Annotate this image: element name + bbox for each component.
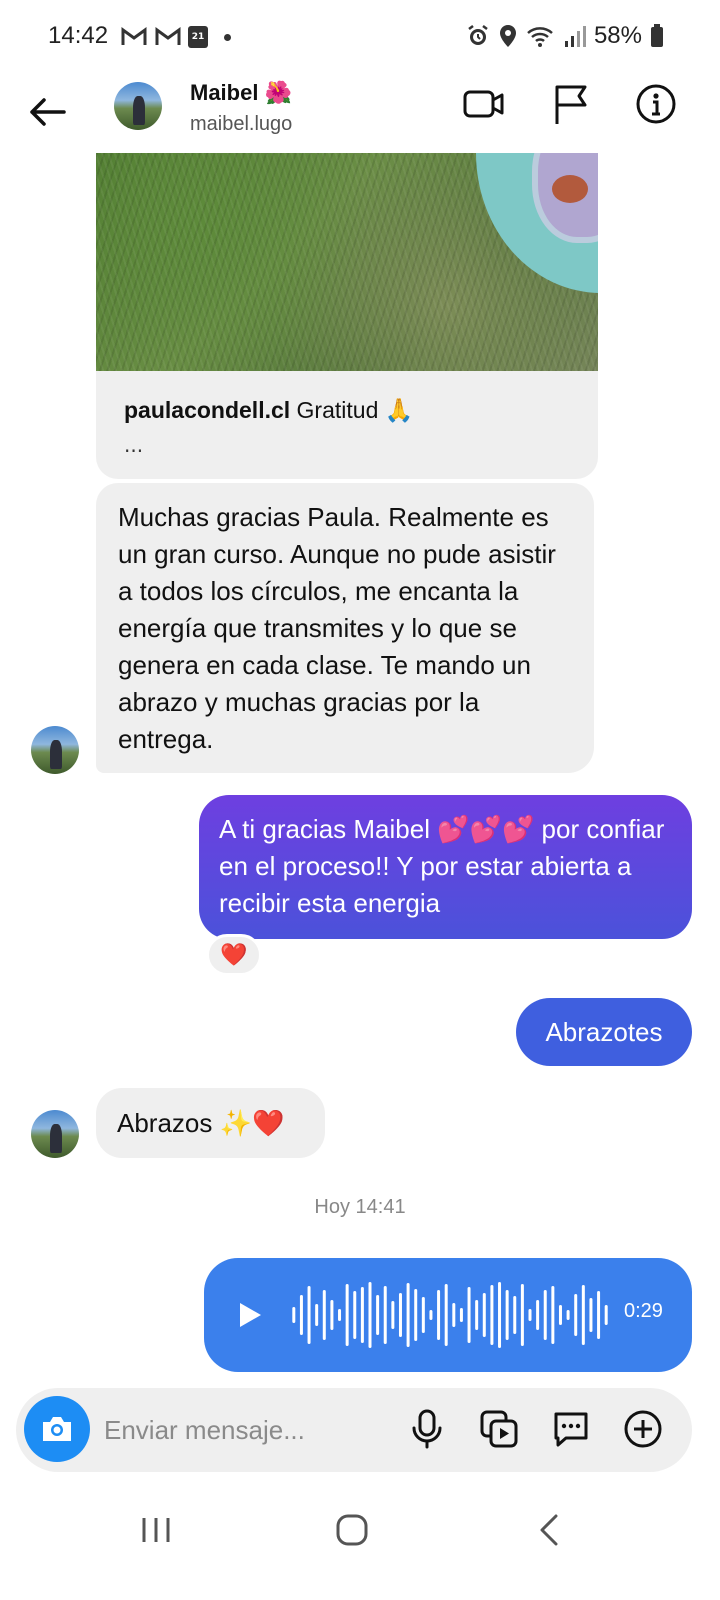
waveform-bar <box>597 1291 601 1339</box>
waveform-bar <box>551 1286 555 1344</box>
waveform-bar <box>482 1293 486 1337</box>
waveform-bar <box>345 1284 349 1346</box>
calendar-icon: 21 <box>188 26 208 48</box>
notification-icons: 21 <box>120 26 231 48</box>
waveform-bar <box>536 1300 540 1330</box>
waveform-bar <box>353 1291 357 1339</box>
waveform-bar <box>498 1282 502 1348</box>
voice-duration: 0:29 <box>624 1300 663 1322</box>
gallery-icon[interactable] <box>478 1408 520 1450</box>
waveform-bar <box>421 1297 425 1333</box>
waveform-bar <box>307 1286 311 1344</box>
incoming-message[interactable]: Abrazos ✨❤️ <box>96 1088 325 1158</box>
message-timestamp: Hoy 14:41 <box>314 1196 406 1218</box>
camera-icon <box>43 1417 71 1441</box>
wifi-icon <box>527 27 553 47</box>
chat-header: Maibel 🌺 maibel.lugo <box>0 80 720 152</box>
waveform[interactable] <box>290 1280 610 1350</box>
waveform-bar <box>360 1287 364 1343</box>
avatar[interactable] <box>31 726 79 774</box>
waveform-bar <box>444 1284 448 1346</box>
flag-icon[interactable] <box>548 82 592 126</box>
status-bar: 14:42 21 58% <box>0 0 720 80</box>
shared-post-caption: paulacondell.cl Gratitud 🙏 <box>124 397 413 424</box>
waveform-bar <box>452 1303 456 1327</box>
waveform-bar <box>513 1296 517 1334</box>
contact-name[interactable]: Maibel 🌺 <box>190 80 292 106</box>
waveform-bar <box>543 1290 547 1340</box>
back-nav-icon[interactable] <box>528 1508 572 1552</box>
waveform-bar <box>490 1285 494 1345</box>
sticker-chat-icon[interactable] <box>550 1408 592 1450</box>
waveform-bar <box>398 1293 402 1337</box>
waveform-bar <box>322 1290 326 1340</box>
gmail-icon <box>121 27 147 45</box>
waveform-bar <box>391 1301 395 1329</box>
location-icon <box>499 25 516 47</box>
shared-post-text: Gratitud 🙏 <box>290 397 414 423</box>
plus-circle-icon[interactable] <box>622 1408 664 1450</box>
info-icon[interactable] <box>634 82 678 126</box>
signal-icon <box>564 26 586 47</box>
waveform-bar <box>292 1307 296 1323</box>
waveform-bar <box>368 1282 372 1348</box>
contact-username[interactable]: maibel.lugo <box>190 113 292 136</box>
waveform-bar <box>520 1284 524 1346</box>
video-call-icon[interactable] <box>462 82 506 126</box>
outgoing-message[interactable]: Abrazotes <box>516 998 692 1066</box>
heart-reaction[interactable]: ❤️ <box>206 934 262 976</box>
waveform-bar <box>338 1309 342 1321</box>
waveform-bar <box>437 1290 441 1340</box>
system-icons: 58% <box>466 22 664 50</box>
shared-post-card[interactable]: paulacondell.cl Gratitud 🙏 ... <box>96 153 598 479</box>
waveform-bar <box>383 1286 387 1344</box>
waveform-bar <box>475 1300 479 1330</box>
waveform-bar <box>406 1283 410 1347</box>
waveform-bar <box>414 1289 418 1341</box>
microphone-icon[interactable] <box>406 1408 448 1450</box>
waveform-bar <box>467 1287 471 1343</box>
waveform-bar <box>558 1305 562 1325</box>
waveform-bar <box>574 1294 578 1336</box>
waveform-bar <box>376 1295 380 1335</box>
recent-apps-icon[interactable] <box>134 1508 178 1552</box>
voice-message[interactable]: 0:29 <box>204 1258 692 1372</box>
waveform-bar <box>589 1298 593 1332</box>
waveform-bar <box>528 1309 532 1321</box>
waveform-bar <box>299 1295 303 1335</box>
battery-icon <box>651 24 663 47</box>
message-composer <box>16 1388 692 1472</box>
message-input[interactable] <box>104 1408 404 1452</box>
waveform-bar <box>459 1308 463 1322</box>
camera-button[interactable] <box>24 1396 90 1462</box>
status-time: 14:42 <box>48 22 109 49</box>
gmail-icon <box>155 27 181 45</box>
shared-post-more: ... <box>124 433 144 457</box>
waveform-bar <box>330 1300 334 1330</box>
outgoing-message[interactable]: A ti gracias Maibel 💕💕💕 por confiar en e… <box>199 795 692 939</box>
waveform-bar <box>604 1305 608 1325</box>
home-icon[interactable] <box>330 1508 374 1552</box>
system-nav-bar <box>0 1490 720 1570</box>
waveform-bar <box>505 1290 509 1340</box>
alarm-icon <box>468 25 488 45</box>
back-arrow-icon[interactable] <box>24 88 72 136</box>
avatar[interactable] <box>114 82 162 130</box>
waveform-bar <box>429 1310 433 1320</box>
shared-post-account: paulacondell.cl <box>124 397 291 423</box>
waveform-bar <box>315 1304 319 1326</box>
battery-percent: 58% <box>593 22 642 49</box>
waveform-bar <box>581 1285 585 1345</box>
more-notifications-dot <box>224 33 231 41</box>
play-icon[interactable] <box>234 1300 264 1330</box>
avatar[interactable] <box>31 1110 79 1158</box>
waveform-bar <box>566 1310 570 1320</box>
shared-post-image <box>96 153 598 371</box>
incoming-message[interactable]: Muchas gracias Paula. Realmente es un gr… <box>96 483 594 773</box>
